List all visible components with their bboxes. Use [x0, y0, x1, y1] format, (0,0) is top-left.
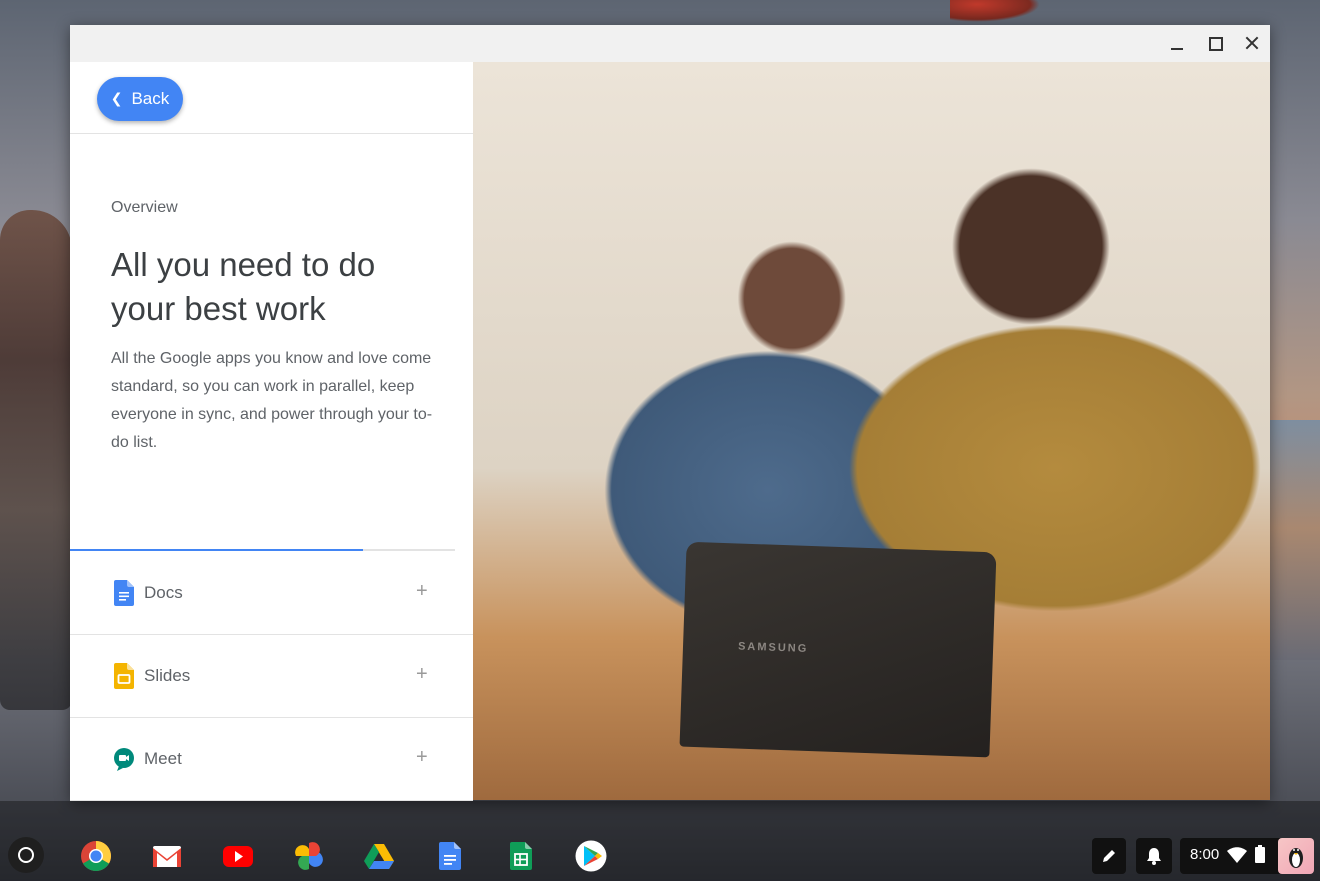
maximize-icon[interactable]	[1200, 29, 1230, 57]
slides-icon	[114, 663, 134, 689]
expand-icon[interactable]: +	[416, 746, 428, 769]
wallpaper-bridge	[1268, 420, 1320, 660]
back-bar: ❮ Back	[70, 62, 473, 134]
accordion-item-slides[interactable]: Slides +	[70, 634, 473, 718]
battery-icon	[1255, 845, 1265, 863]
wallpaper-flower	[950, 0, 1040, 22]
chevron-left-icon: ❮	[110, 89, 123, 106]
launcher-button[interactable]	[8, 837, 44, 873]
play-store-icon[interactable]	[575, 840, 607, 872]
accordion-label: Slides	[144, 666, 191, 685]
accordion-item-meet[interactable]: Meet +	[70, 717, 473, 801]
sheets-icon[interactable]	[505, 840, 537, 872]
expand-icon[interactable]: +	[416, 580, 428, 603]
wallpaper-figure	[0, 210, 72, 710]
avatar[interactable]	[1278, 838, 1314, 874]
stylus-icon	[1103, 850, 1115, 862]
content-panel: ❮ Back Overview All you need to do your …	[70, 62, 473, 801]
hero-photo: SAMSUNG	[473, 62, 1270, 800]
youtube-icon[interactable]	[222, 840, 254, 872]
stylus-tools-button[interactable]	[1092, 838, 1126, 874]
photos-icon[interactable]	[293, 840, 325, 872]
clock[interactable]: 8:00	[1190, 846, 1219, 863]
drive-icon[interactable]	[363, 840, 395, 872]
meet-icon	[114, 748, 134, 771]
notification-icon	[1147, 848, 1161, 865]
accordion-item-docs[interactable]: Docs +	[70, 551, 473, 635]
docs-icon[interactable]	[434, 840, 466, 872]
back-button-label: Back	[131, 89, 170, 108]
accordion-label: Docs	[144, 583, 183, 602]
notifications-button[interactable]	[1136, 838, 1172, 874]
chrome-icon[interactable]	[80, 840, 112, 872]
overview-description: All the Google apps you know and love co…	[111, 350, 433, 451]
penguin-icon	[1289, 848, 1303, 868]
wifi-icon	[1227, 847, 1247, 863]
accordion-label: Meet	[144, 749, 182, 768]
laptop-illustration: SAMSUNG	[679, 541, 997, 758]
page-title: All you need to do your best work	[111, 246, 376, 327]
docs-icon	[114, 580, 134, 606]
gmail-icon[interactable]	[151, 840, 183, 872]
window-titlebar[interactable]	[70, 25, 1270, 63]
laptop-brand: SAMSUNG	[737, 640, 809, 655]
app-window: ❮ Back Overview All you need to do your …	[70, 25, 1270, 801]
section-eyebrow: Overview	[111, 199, 178, 216]
minimize-icon[interactable]	[1162, 29, 1192, 57]
expand-icon[interactable]: +	[416, 663, 428, 686]
close-icon[interactable]	[1237, 29, 1267, 57]
back-button[interactable]: ❮ Back	[97, 77, 183, 121]
